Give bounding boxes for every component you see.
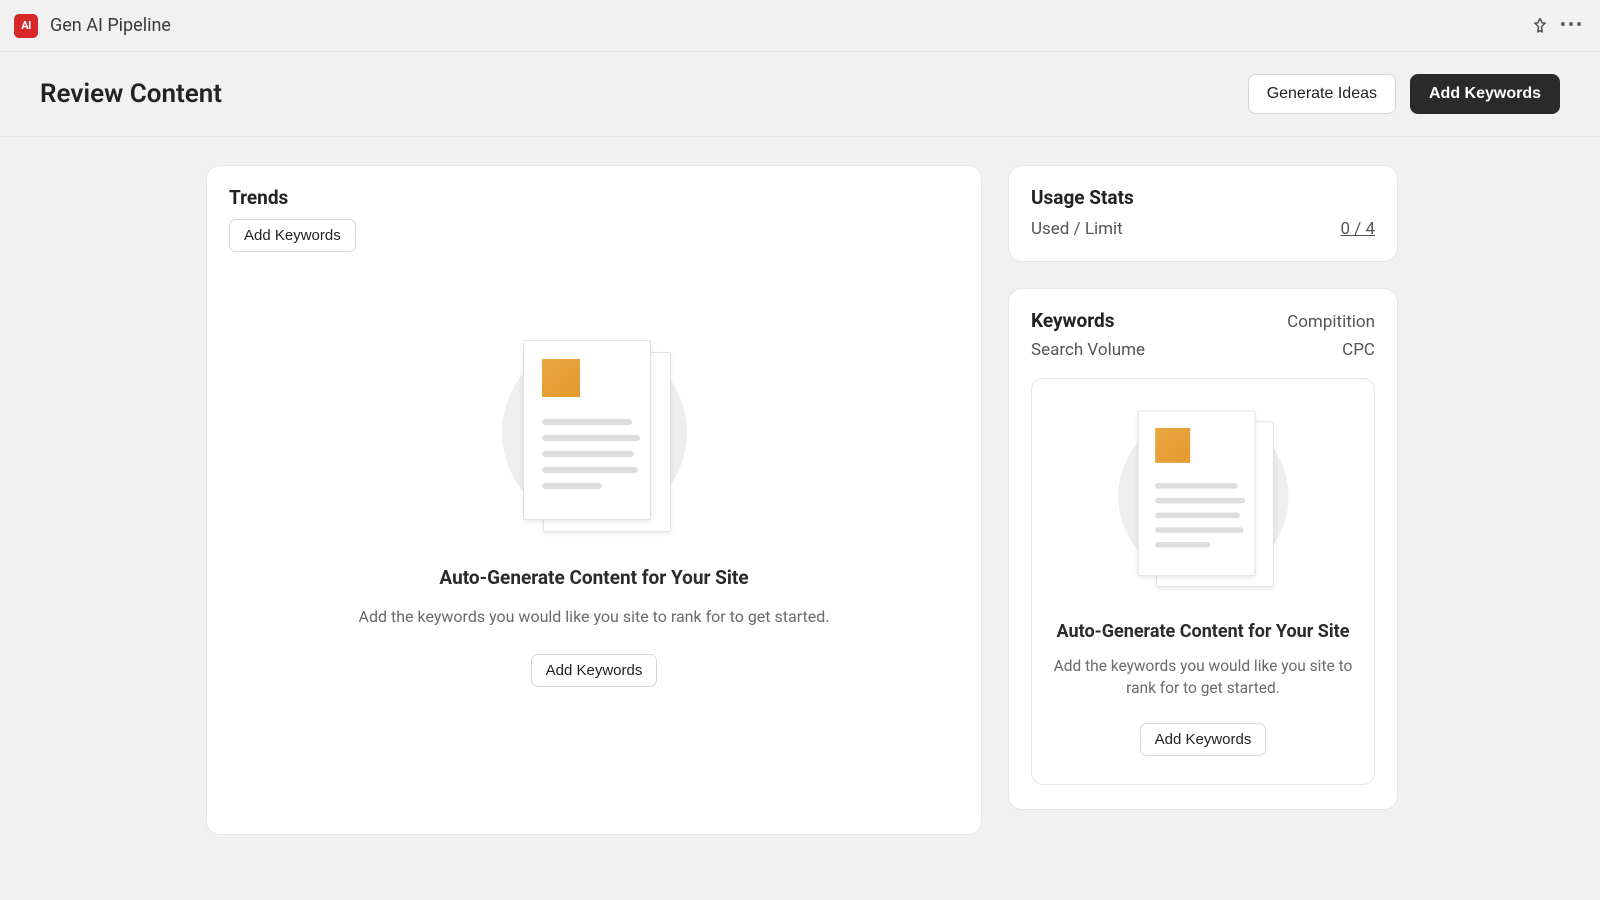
trends-title: Trends [229, 186, 959, 209]
trends-add-keywords-button[interactable]: Add Keywords [229, 219, 356, 252]
trends-card: Trends Add Keywords Auto-Generate Conten… [206, 165, 982, 835]
more-icon[interactable]: ••• [1558, 12, 1586, 40]
trends-empty-add-keywords-button[interactable]: Add Keywords [531, 654, 658, 687]
page-title: Review Content [40, 79, 222, 109]
app-logo: AI [14, 14, 38, 38]
main-content: Trends Add Keywords Auto-Generate Conten… [0, 137, 1600, 835]
keywords-competition-label: Compitition [1287, 312, 1375, 332]
keywords-empty-heading: Auto-Generate Content for Your Site [1057, 621, 1350, 642]
empty-document-icon [1116, 409, 1291, 584]
trends-empty-state: Auto-Generate Content for Your Site Add … [229, 270, 959, 814]
page-header: Review Content Generate Ideas Add Keywor… [0, 52, 1600, 137]
usage-stats-card: Usage Stats Used / Limit 0 / 4 [1008, 165, 1398, 262]
trends-empty-heading: Auto-Generate Content for Your Site [439, 566, 748, 589]
generate-ideas-button[interactable]: Generate Ideas [1248, 74, 1396, 114]
usage-value-link[interactable]: 0 / 4 [1340, 219, 1375, 239]
keywords-empty-card: Auto-Generate Content for Your Site Add … [1031, 378, 1375, 785]
add-keywords-button[interactable]: Add Keywords [1410, 74, 1560, 114]
pin-icon[interactable] [1526, 12, 1554, 40]
usage-label: Used / Limit [1031, 219, 1123, 239]
keywords-empty-sub: Add the keywords you would like you site… [1048, 656, 1358, 699]
trends-empty-sub: Add the keywords you would like you site… [359, 607, 830, 626]
keywords-title: Keywords [1031, 309, 1114, 332]
keywords-card: Keywords Compitition Search Volume CPC [1008, 288, 1398, 810]
app-title: Gen AI Pipeline [50, 15, 171, 36]
keywords-cpc-label: CPC [1342, 340, 1375, 360]
keywords-empty-add-keywords-button[interactable]: Add Keywords [1140, 723, 1267, 756]
empty-document-icon [499, 338, 689, 528]
keywords-search-volume-label: Search Volume [1031, 340, 1145, 360]
usage-stats-title: Usage Stats [1031, 186, 1375, 209]
app-bar: AI Gen AI Pipeline ••• [0, 0, 1600, 52]
